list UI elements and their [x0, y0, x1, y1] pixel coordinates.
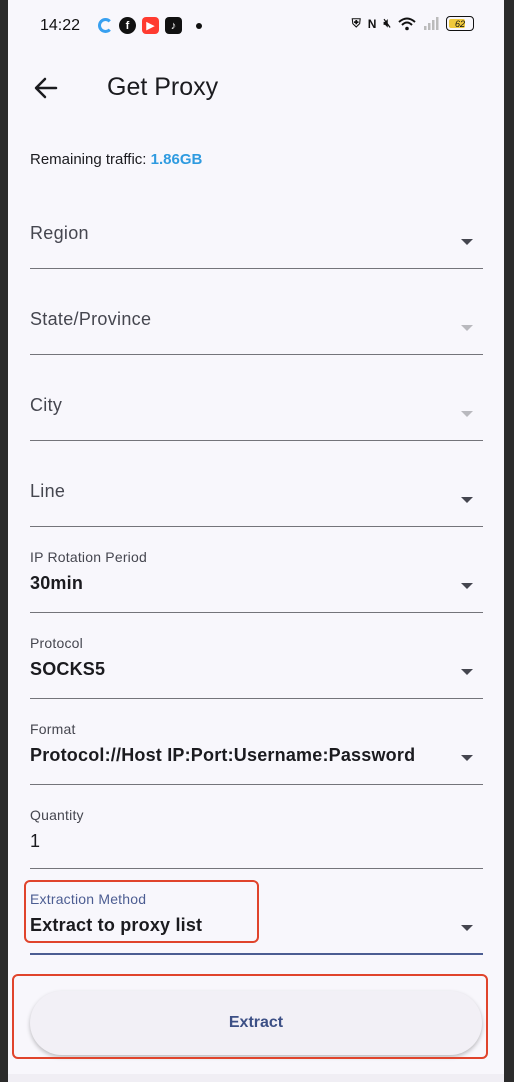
traffic-label: Remaining traffic: [30, 151, 147, 168]
status-time: 14:22 [40, 17, 81, 34]
chevron-down-icon [461, 325, 473, 331]
region-dropdown[interactable]: Region [30, 193, 483, 269]
highlight-box-extract-button [12, 974, 488, 1059]
status-bar: 14:22 f ▶ ♪ ⛨ N 🔇︎ 62 [8, 0, 504, 52]
format-dropdown[interactable]: Format Protocol://Host IP:Port:Username:… [30, 721, 483, 785]
protocol-value: SOCKS5 [30, 659, 106, 679]
browser-icon [98, 18, 113, 33]
quantity-value[interactable]: 1 [30, 831, 40, 852]
chevron-down-icon [461, 239, 473, 245]
back-arrow-icon[interactable] [32, 74, 60, 102]
quantity-label: Quantity [30, 807, 84, 823]
remaining-traffic: Remaining traffic: 1.86GB [30, 151, 202, 168]
ip-rotation-dropdown[interactable]: IP Rotation Period 30min [30, 549, 483, 613]
app-bar: Get Proxy [8, 66, 504, 110]
quantity-input[interactable]: Quantity 1 [30, 807, 483, 869]
facebook-icon: f [119, 17, 136, 34]
chevron-down-icon [461, 411, 473, 417]
chevron-down-icon [461, 925, 473, 931]
protocol-label: Protocol [30, 635, 83, 651]
city-placeholder: City [30, 395, 63, 415]
vpn-icon: ⛨ [351, 16, 361, 30]
system-icons: ⛨ N 🔇︎ 62 [352, 16, 474, 31]
ip-rotation-value: 30min [30, 573, 84, 593]
more-notifications-dot [196, 22, 202, 29]
battery-level: 62 [454, 18, 465, 29]
highlight-box-extraction-method [24, 880, 259, 943]
page-title: Get Proxy [107, 73, 219, 101]
chevron-down-icon [461, 583, 473, 589]
notification-icons: f ▶ ♪ [98, 17, 202, 34]
format-label: Format [30, 721, 76, 737]
line-placeholder: Line [30, 481, 66, 501]
chevron-down-icon [461, 755, 473, 761]
phone-screen: 14:22 f ▶ ♪ ⛨ N 🔇︎ 62 Get Proxy Remainin… [8, 0, 504, 1082]
youtube-icon: ▶ [142, 17, 159, 34]
wifi-icon [398, 17, 416, 30]
tiktok-icon: ♪ [165, 17, 182, 34]
protocol-dropdown[interactable]: Protocol SOCKS5 [30, 635, 483, 699]
chevron-down-icon [461, 497, 473, 503]
mute-icon: 🔇︎ [383, 16, 391, 30]
region-placeholder: Region [30, 223, 89, 243]
battery-icon: 62 [446, 16, 474, 31]
signal-icon [424, 16, 439, 30]
state-placeholder: State/Province [30, 309, 152, 329]
nfc-icon: N [367, 16, 377, 31]
ip-rotation-label: IP Rotation Period [30, 549, 147, 565]
state-province-dropdown[interactable]: State/Province [30, 279, 483, 355]
traffic-value: 1.86GB [150, 151, 203, 168]
line-dropdown[interactable]: Line [30, 451, 483, 527]
city-dropdown[interactable]: City [30, 365, 483, 441]
chevron-down-icon [461, 669, 473, 675]
format-value: Protocol://Host IP:Port:Username:Passwor… [30, 745, 416, 765]
bottom-bar [8, 1074, 504, 1082]
